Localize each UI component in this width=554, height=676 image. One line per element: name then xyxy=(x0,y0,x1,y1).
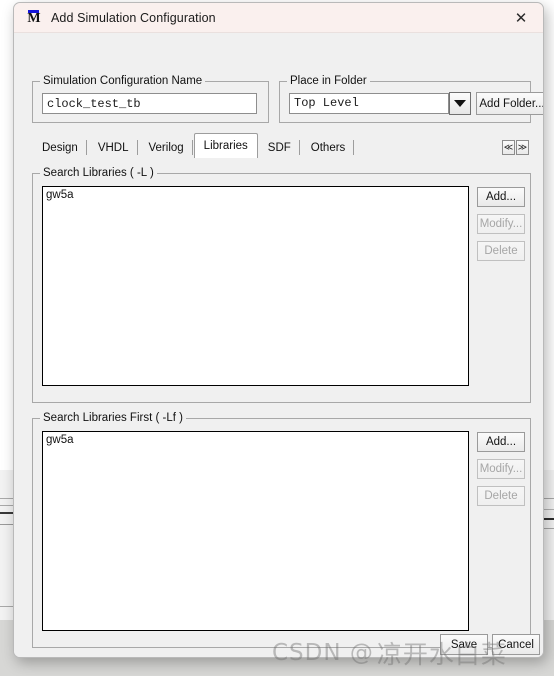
place-in-folder-select[interactable]: Top Level xyxy=(289,93,449,114)
dialog-title: Add Simulation Configuration xyxy=(51,10,216,25)
dialog-titlebar: M Add Simulation Configuration ✕ xyxy=(14,3,543,33)
delete-library-first-button[interactable]: Delete xyxy=(477,486,525,506)
search-libraries-group: Search Libraries ( -L ) gw5a Add... Modi… xyxy=(32,167,531,403)
group-legend: Simulation Configuration Name xyxy=(40,75,206,87)
group-legend: Search Libraries First ( -Lf ) xyxy=(40,412,186,424)
simulation-configuration-name-input[interactable] xyxy=(42,93,257,114)
chevron-down-icon[interactable] xyxy=(449,92,471,115)
tab-scroll-controls: ≪ ≫ xyxy=(502,140,529,155)
save-button[interactable]: Save xyxy=(440,634,488,655)
list-item[interactable]: gw5a xyxy=(43,432,468,447)
add-library-first-button[interactable]: Add... xyxy=(477,432,525,452)
screen: M Add Simulation Configuration ✕ Simulat… xyxy=(0,0,554,676)
search-libraries-first-listbox[interactable]: gw5a xyxy=(42,431,469,631)
cancel-button[interactable]: Cancel xyxy=(492,634,540,655)
group-legend: Search Libraries ( -L ) xyxy=(40,167,157,179)
search-libraries-first-actions: Add... Modify... Delete xyxy=(477,432,525,513)
search-libraries-first-group: Search Libraries First ( -Lf ) gw5a Add.… xyxy=(32,412,531,648)
group-legend: Place in Folder xyxy=(287,75,370,87)
configuration-tabstrip: Design VHDL Verilog Libraries SDF Others… xyxy=(32,133,529,158)
close-icon[interactable]: ✕ xyxy=(499,3,543,32)
add-library-button[interactable]: Add... xyxy=(477,187,525,207)
modify-library-first-button[interactable]: Modify... xyxy=(477,459,525,479)
tab-vhdl[interactable]: VHDL xyxy=(87,137,139,158)
modelsim-m-icon: M xyxy=(27,9,41,26)
scroll-right-icon[interactable]: ≫ xyxy=(516,140,529,155)
search-libraries-listbox[interactable]: gw5a xyxy=(42,186,469,386)
delete-library-button[interactable]: Delete xyxy=(477,241,525,261)
tab-sdf[interactable]: SDF xyxy=(257,137,301,158)
scroll-left-icon[interactable]: ≪ xyxy=(502,140,515,155)
tab-libraries[interactable]: Libraries xyxy=(193,133,258,158)
add-simulation-configuration-dialog: M Add Simulation Configuration ✕ Simulat… xyxy=(13,2,544,658)
tab-others[interactable]: Others xyxy=(300,137,356,158)
dialog-body: Simulation Configuration Name Place in F… xyxy=(14,33,543,657)
add-folder-button[interactable]: Add Folder... xyxy=(476,92,543,115)
list-item[interactable]: gw5a xyxy=(43,187,468,202)
tab-list: Design VHDL Verilog Libraries SDF Others xyxy=(32,133,356,158)
modify-library-button[interactable]: Modify... xyxy=(477,214,525,234)
tab-verilog[interactable]: Verilog xyxy=(138,137,194,158)
simulation-configuration-name-group: Simulation Configuration Name xyxy=(32,75,269,123)
tab-design[interactable]: Design xyxy=(32,137,88,158)
search-libraries-actions: Add... Modify... Delete xyxy=(477,187,525,268)
place-in-folder-group: Place in Folder Top Level Add Folder... xyxy=(279,75,543,123)
